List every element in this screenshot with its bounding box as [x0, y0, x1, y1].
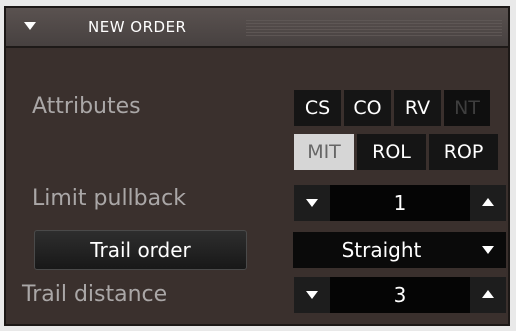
attribute-tag-cs[interactable]: CS [294, 90, 341, 126]
attribute-tag-label: NT [454, 97, 480, 119]
attribute-tag-label: CS [304, 97, 331, 119]
dropdown-triangle-down-icon[interactable] [482, 246, 494, 254]
triangle-down-icon [306, 199, 318, 207]
attribute-tag-rol[interactable]: ROL [357, 134, 426, 170]
trail-distance-value[interactable]: 3 [330, 277, 470, 313]
attribute-tag-nt: NT [444, 90, 490, 126]
panel-title: NEW ORDER [88, 18, 187, 36]
trail-type-select[interactable]: Straight [293, 232, 506, 268]
attribute-tag-label: ROP [443, 141, 484, 163]
panel-header[interactable]: NEW ORDER [6, 8, 508, 48]
new-order-panel: NEW ORDER Attributes CS CO RV NT MIT ROL… [4, 6, 510, 326]
trail-distance-decrement-button[interactable] [294, 277, 330, 313]
attribute-tag-mit[interactable]: MIT [294, 134, 354, 170]
attribute-tag-label: RV [404, 97, 431, 119]
limit-pullback-decrement-button[interactable] [294, 185, 330, 221]
attribute-tag-rop[interactable]: ROP [429, 134, 498, 170]
trail-distance-increment-button[interactable] [470, 277, 506, 313]
triangle-up-icon [482, 290, 494, 298]
trail-order-button-label: Trail order [90, 238, 191, 262]
header-grip [246, 18, 502, 36]
limit-pullback-label: Limit pullback [32, 186, 186, 211]
attribute-tag-co[interactable]: CO [344, 90, 391, 126]
trail-order-button[interactable]: Trail order [34, 230, 247, 270]
collapse-triangle-down-icon[interactable] [24, 22, 36, 30]
attribute-tag-label: MIT [307, 141, 341, 163]
limit-pullback-stepper[interactable]: 1 [294, 185, 506, 221]
limit-pullback-increment-button[interactable] [470, 185, 506, 221]
trail-distance-label: Trail distance [22, 282, 168, 307]
attribute-tag-label: ROL [372, 141, 411, 163]
limit-pullback-value[interactable]: 1 [330, 185, 470, 221]
attributes-label: Attributes [32, 94, 141, 119]
attribute-tag-label: CO [353, 97, 382, 119]
attribute-tag-rv[interactable]: RV [394, 90, 441, 126]
trail-distance-stepper[interactable]: 3 [294, 277, 506, 313]
trail-type-selected-value: Straight [341, 238, 422, 262]
triangle-up-icon [482, 198, 494, 206]
triangle-down-icon [306, 291, 318, 299]
